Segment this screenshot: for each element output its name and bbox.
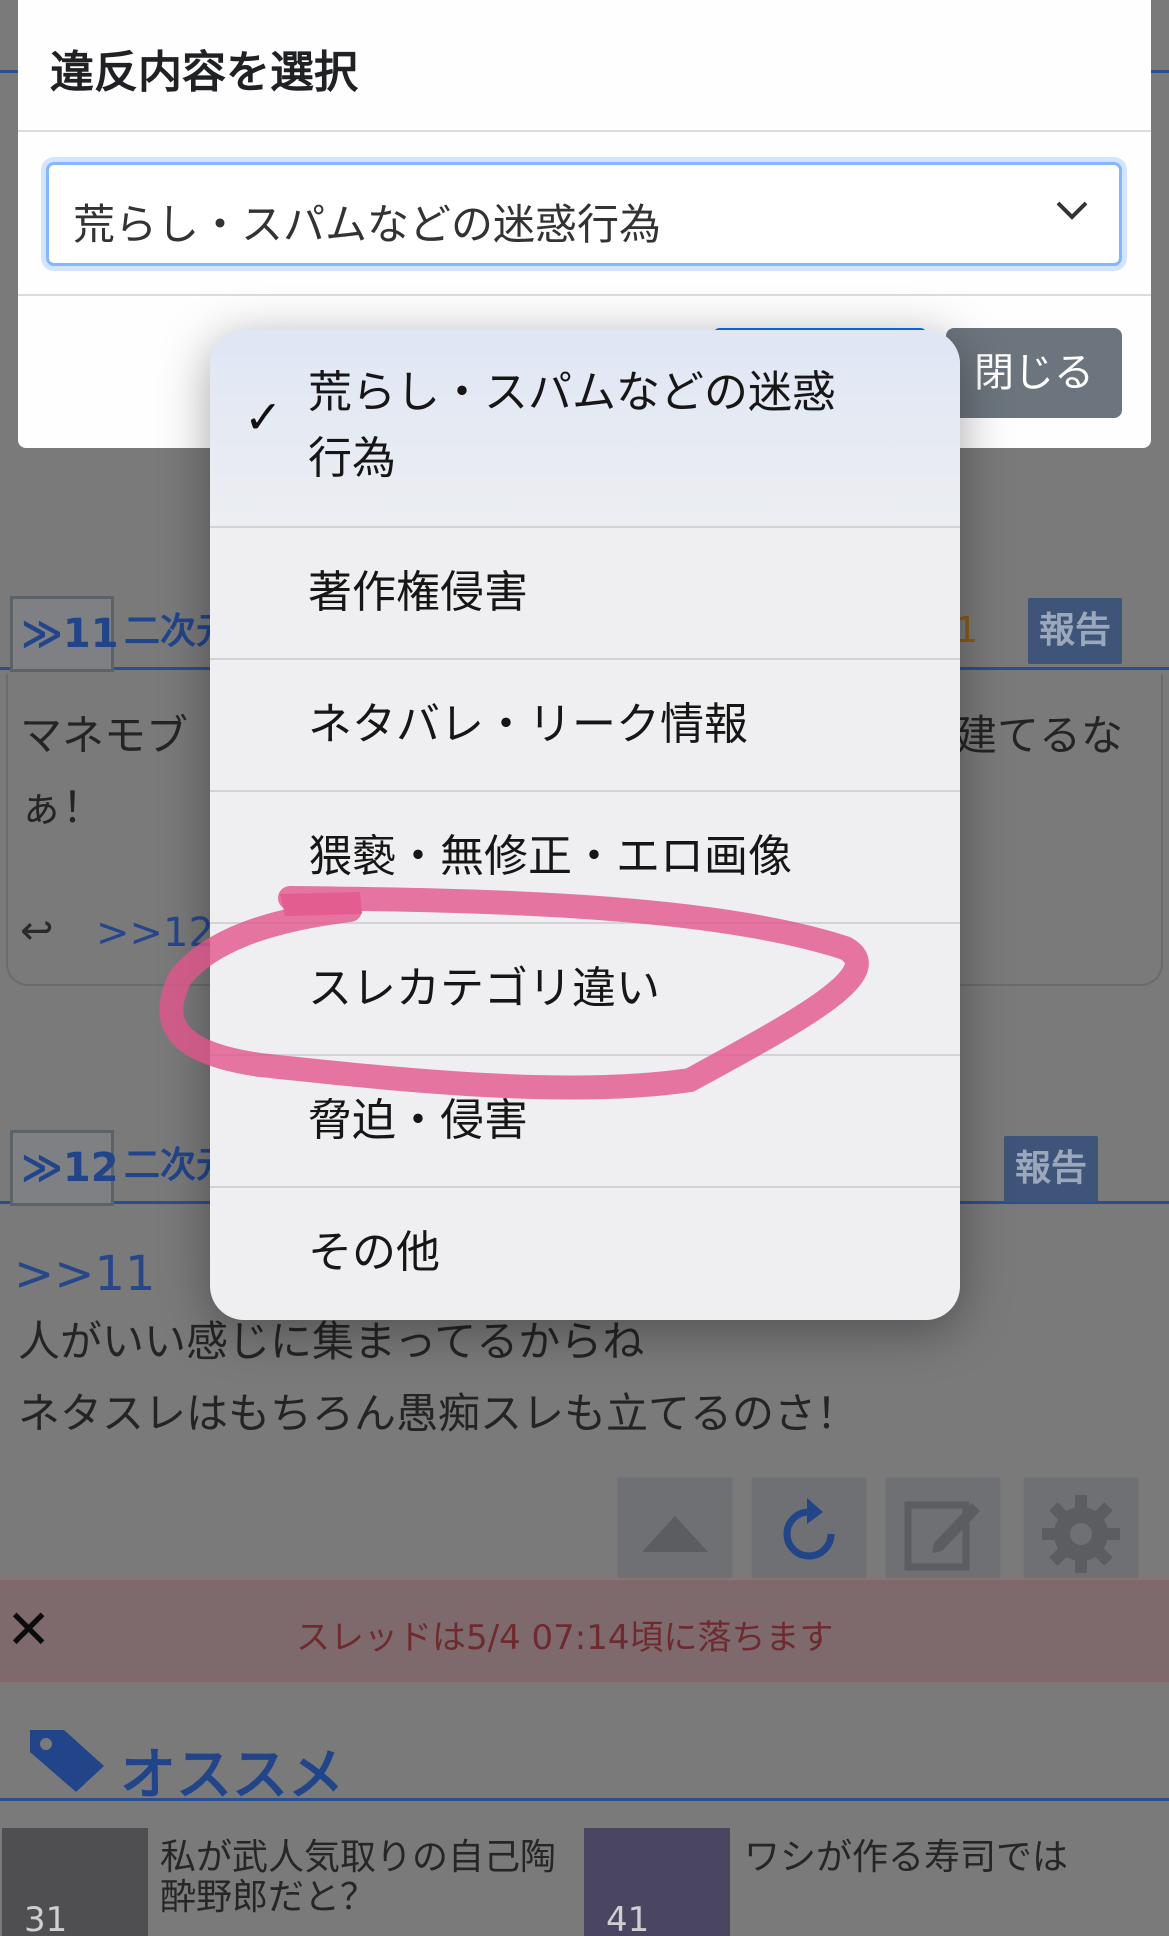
picker-option-label: 荒らし・スパムなどの迷惑 行為 [308, 360, 836, 492]
picker-option-label: 猥褻・無修正・エロ画像 [308, 831, 792, 882]
post-body-line: ネタスレはもちろん愚痴スレも立てるのさ！ [18, 1389, 859, 1438]
recommend-thumbnail[interactable]: 31 [2, 1828, 148, 1936]
picker-option-label-line: 行為 [308, 433, 396, 484]
comment-count: 31 [24, 1900, 68, 1936]
modal-divider [18, 130, 1151, 132]
picker-option-label: スレカテゴリ違い [308, 963, 660, 1014]
report-button[interactable]: 報告 [1028, 598, 1122, 664]
post-number[interactable]: ≫11 [10, 596, 119, 672]
post-body-fragment: 建てるな [955, 711, 1124, 760]
reload-button[interactable] [750, 1476, 868, 1592]
tag-icon [30, 1730, 104, 1792]
picker-option-label-line: 荒らし・スパムなどの迷惑 [308, 367, 836, 418]
picker-option-other[interactable]: その他 [210, 1188, 960, 1320]
picker-option-label: その他 [308, 1227, 440, 1278]
chevron-down-icon [1056, 201, 1088, 220]
recommend-title[interactable]: 私が武人気取りの自己陶酔野郎だと？ [160, 1838, 580, 1918]
close-icon[interactable]: ✕ [6, 1602, 51, 1658]
picker-option-label: 著作権侵害 [308, 567, 528, 618]
checkmark-icon: ✓ [244, 390, 283, 444]
post-number[interactable]: ≫12 [10, 1130, 119, 1206]
scroll-up-button[interactable] [616, 1476, 734, 1592]
settings-icon [1042, 1495, 1120, 1573]
reply-link[interactable]: >>12 [96, 910, 214, 956]
modal-title: 違反内容を選択 [50, 47, 358, 98]
picker-option-wrong-category[interactable]: スレカテゴリ違い [210, 924, 960, 1056]
quote-link[interactable]: >>11 [14, 1246, 156, 1302]
picker-option-spoiler[interactable]: ネタバレ・リーク情報 [210, 660, 960, 792]
picker-option-label: ネタバレ・リーク情報 [308, 699, 748, 750]
reload-icon [783, 1498, 835, 1560]
recommend-divider [0, 1798, 1169, 1801]
violation-picker-menu: ✓ 荒らし・スパムなどの迷惑 行為 著作権侵害 ネタバレ・リーク情報 猥褻・無修… [210, 330, 960, 1320]
violation-select[interactable]: 荒らし・スパムなどの迷惑行為 [46, 162, 1122, 266]
violation-select-value: 荒らし・スパムなどの迷惑行為 [73, 200, 662, 249]
thread-expiry-notice: ✕ スレッドは5/4 07:14頃に落ちます [0, 1578, 1169, 1684]
close-button[interactable]: 閉じる [946, 328, 1122, 418]
report-button[interactable]: 報告 [1004, 1136, 1098, 1202]
picker-option-label: 脅迫・侵害 [308, 1095, 528, 1146]
edit-button[interactable] [884, 1476, 1002, 1592]
picker-option-obscene[interactable]: 猥褻・無修正・エロ画像 [210, 792, 960, 924]
reply-icon[interactable]: ↩ [20, 908, 54, 954]
expiry-text: スレッドは5/4 07:14頃に落ちます [296, 1618, 834, 1658]
recommend-title[interactable]: ワシが作る寿司では [744, 1838, 1164, 1878]
picker-option-spam[interactable]: ✓ 荒らし・スパムなどの迷惑 行為 [210, 330, 960, 528]
picker-option-copyright[interactable]: 著作権侵害 [210, 528, 960, 660]
edit-icon [904, 1501, 980, 1571]
recommend-thumbnail[interactable]: 41 [584, 1828, 730, 1936]
scroll-up-icon [642, 1516, 708, 1552]
modal-divider [18, 294, 1151, 296]
picker-option-threat[interactable]: 脅迫・侵害 [210, 1056, 960, 1188]
comment-count: 41 [606, 1900, 650, 1936]
settings-button[interactable] [1022, 1476, 1140, 1592]
post-body-12: 人がいい感じに集まってるからね ネタスレはもちろん愚痴スレも立てるのさ！ [0, 1306, 1169, 1450]
